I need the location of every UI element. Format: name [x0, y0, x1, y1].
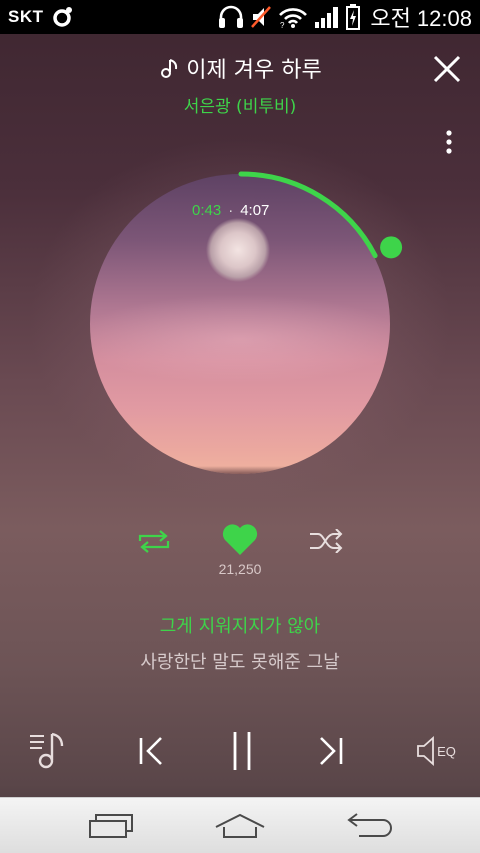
- svg-text:?: ?: [280, 21, 285, 29]
- time-display: 0:43 · 4:07: [192, 202, 269, 219]
- playlist-icon: [30, 732, 64, 769]
- progress-handle[interactable]: [380, 236, 403, 259]
- status-bar: SKT ? 오전 12:08: [0, 0, 480, 34]
- status-time: 오전 12:08: [370, 6, 472, 31]
- shuffle-button[interactable]: [306, 526, 346, 556]
- carrier-app-icon: [52, 6, 74, 28]
- lyric-current-line[interactable]: 그게 지워지지가 않아: [0, 612, 480, 638]
- wifi-icon: ?: [278, 5, 308, 29]
- like-button[interactable]: [220, 522, 260, 558]
- battery-charging-icon: [346, 4, 361, 30]
- mute-icon: [250, 5, 272, 29]
- pause-icon: [233, 732, 251, 770]
- song-title: 이제 겨우 하루: [0, 52, 480, 86]
- like-count: 21,250: [218, 561, 262, 577]
- back-arrow-icon: [347, 813, 392, 837]
- status-bar-right: ? 오전 12:08: [218, 1, 472, 33]
- back-button[interactable]: [335, 808, 405, 844]
- navigation-bar: [0, 797, 480, 853]
- home-icon: [215, 813, 265, 838]
- skip-next-icon: [320, 737, 343, 765]
- more-vertical-icon: [446, 130, 452, 154]
- skip-previous-icon: [139, 737, 162, 765]
- previous-track-button[interactable]: [136, 734, 168, 768]
- eq-label: EQ: [437, 743, 456, 759]
- pause-button[interactable]: [226, 730, 258, 772]
- equalizer-button[interactable]: EQ: [414, 734, 458, 768]
- lyric-next-line[interactable]: 사랑한단 말도 못해준 그날: [0, 648, 480, 674]
- status-bar-left: SKT: [8, 6, 74, 28]
- shuffle-icon: [310, 529, 343, 553]
- headset-icon: [218, 5, 244, 29]
- close-button[interactable]: [432, 54, 462, 84]
- signal-icon: [314, 5, 340, 29]
- close-icon: [433, 55, 461, 83]
- more-options-button[interactable]: [440, 128, 458, 156]
- speaker-eq-icon: [417, 736, 434, 766]
- music-note-icon: [158, 58, 180, 86]
- music-player-screen: SKT ? 오전 12:08 이제 겨우 하루 서은광 (비투비) 0:43 ·…: [0, 0, 480, 853]
- song-title-text: 이제 겨우 하루: [186, 58, 322, 83]
- carrier-label: SKT: [8, 7, 44, 26]
- repeat-icon: [138, 530, 170, 553]
- home-button[interactable]: [205, 808, 275, 844]
- recent-apps-button[interactable]: [76, 808, 146, 844]
- heart-icon: [222, 524, 258, 555]
- artist-name[interactable]: 서은광 (비투비): [0, 92, 480, 117]
- elapsed-time: 0:43: [192, 202, 222, 219]
- total-time: 4:07: [240, 202, 270, 219]
- repeat-button[interactable]: [134, 526, 174, 556]
- next-track-button[interactable]: [314, 734, 346, 768]
- playlist-button[interactable]: [28, 730, 68, 770]
- recent-apps-icon: [89, 814, 133, 838]
- time-separator: ·: [228, 202, 234, 219]
